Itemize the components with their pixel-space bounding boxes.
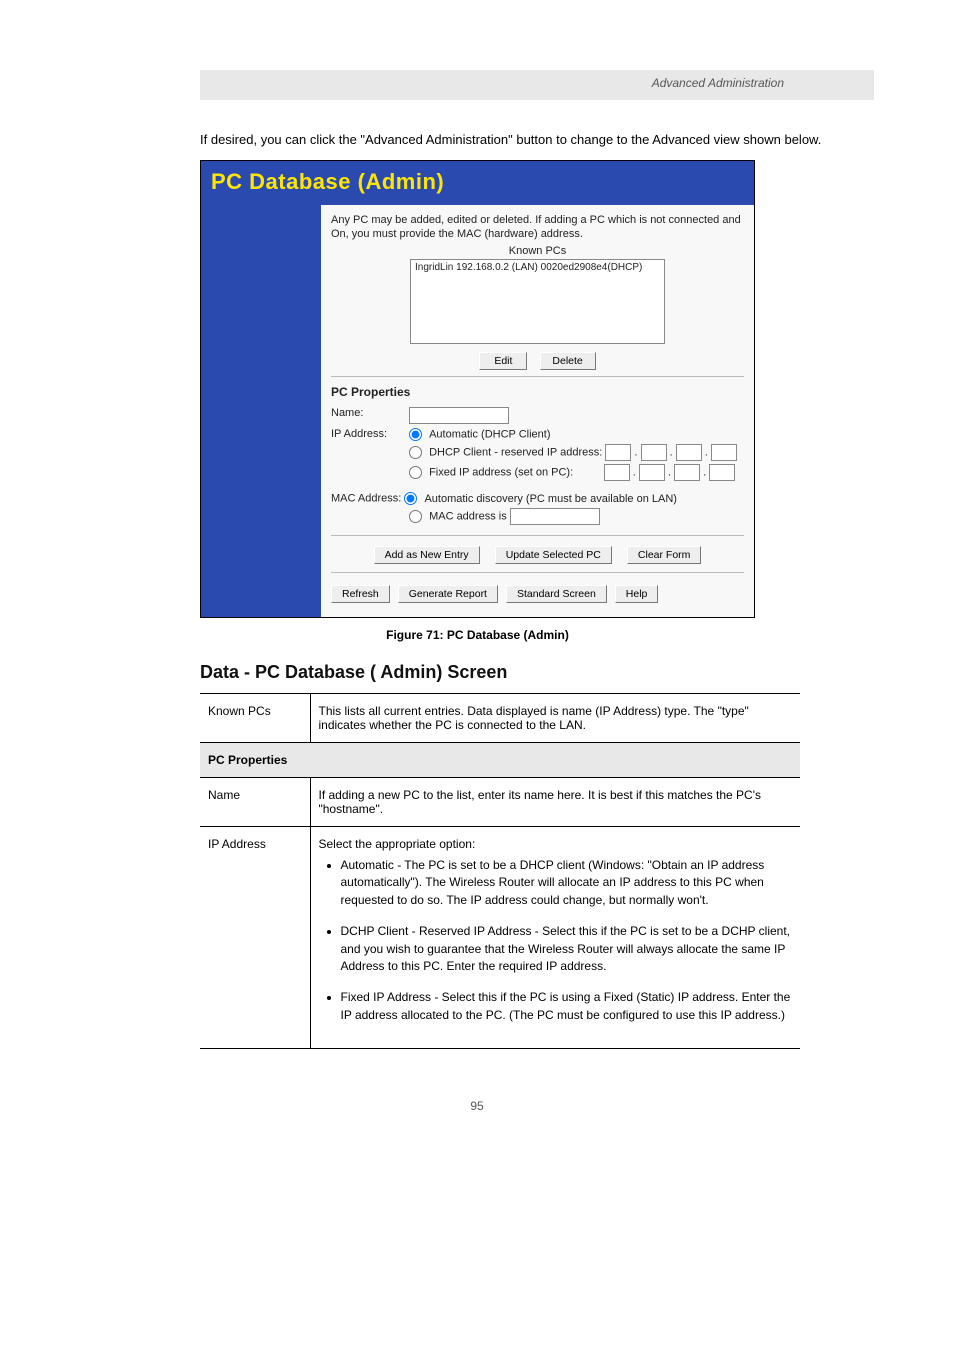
ip-reserved-radio[interactable]: [409, 446, 422, 459]
clear-form-button[interactable]: Clear Form: [627, 546, 702, 564]
row-known-pcs-text: This lists all current entries. Data dis…: [310, 694, 800, 743]
header-right-label: Advanced Administration: [652, 76, 784, 90]
mac-label: MAC Address:: [331, 493, 401, 505]
refresh-button[interactable]: Refresh: [331, 585, 390, 603]
data-table: Known PCs This lists all current entries…: [200, 693, 800, 1049]
ip-auto-label: Automatic (DHCP Client): [429, 429, 550, 441]
row-name-label: Name: [200, 778, 310, 827]
ip-reserved-label: DHCP Client - reserved IP address:: [429, 447, 602, 459]
ip-fixed-radio[interactable]: [409, 466, 422, 479]
mac-manual-label: MAC address is: [429, 511, 507, 523]
name-label: Name:: [331, 407, 409, 419]
ip-reserved-seg1[interactable]: [605, 444, 631, 461]
mac-input[interactable]: [510, 508, 600, 525]
figure-caption: Figure 71: PC Database (Admin): [200, 628, 755, 642]
panel-description: Any PC may be added, edited or deleted. …: [331, 213, 744, 242]
ip-fixed-seg4[interactable]: [709, 464, 735, 481]
page-number: 95: [80, 1099, 874, 1113]
update-selected-pc-button[interactable]: Update Selected PC: [495, 546, 612, 564]
ip-fixed-seg3[interactable]: [674, 464, 700, 481]
row-ip-label: IP Address: [200, 827, 310, 1049]
header-stripe: Advanced Administration: [200, 70, 874, 100]
ip-reserved-seg2[interactable]: [641, 444, 667, 461]
help-button[interactable]: Help: [615, 585, 659, 603]
pc-database-admin-panel: PC Database (Admin) Any PC may be added,…: [200, 160, 755, 619]
ip-reserved-seg3[interactable]: [676, 444, 702, 461]
mac-auto-radio[interactable]: [404, 492, 417, 505]
table-heading: Data - PC Database ( Admin) Screen: [200, 662, 874, 683]
panel-sidebar-empty: [201, 205, 321, 618]
mac-auto-label: Automatic discovery (PC must be availabl…: [424, 493, 677, 505]
intro-paragraph: If desired, you can click the "Advanced …: [200, 130, 874, 150]
known-pcs-item[interactable]: IngridLin 192.168.0.2 (LAN) 0020ed2908e4…: [415, 262, 642, 273]
known-pcs-listbox[interactable]: IngridLin 192.168.0.2 (LAN) 0020ed2908e4…: [410, 259, 665, 344]
ip-auto-radio[interactable]: [409, 428, 422, 441]
panel-title: PC Database (Admin): [201, 161, 754, 205]
ip-bullet-reserved: DCHP Client - Reserved IP Address - Sele…: [341, 923, 793, 975]
known-pcs-label: Known PCs: [331, 245, 744, 257]
row-known-pcs-label: Known PCs: [200, 694, 310, 743]
row-name-text: If adding a new PC to the list, enter it…: [310, 778, 800, 827]
pc-properties-heading: PC Properties: [331, 385, 744, 399]
name-input[interactable]: [409, 407, 509, 424]
delete-button[interactable]: Delete: [540, 352, 596, 370]
ip-fixed-label: Fixed IP address (set on PC):: [429, 467, 573, 479]
ip-label: IP Address:: [331, 428, 409, 440]
ip-bullet-automatic: Automatic - The PC is set to be a DHCP c…: [341, 857, 793, 909]
ip-reserved-seg4[interactable]: [711, 444, 737, 461]
ip-fixed-seg2[interactable]: [639, 464, 665, 481]
edit-button[interactable]: Edit: [479, 352, 527, 370]
generate-report-button[interactable]: Generate Report: [398, 585, 498, 603]
mac-manual-radio[interactable]: [409, 510, 422, 523]
section-header-pc-properties: PC Properties: [200, 743, 800, 778]
add-as-new-entry-button[interactable]: Add as New Entry: [374, 546, 480, 564]
row-ip-text: Select the appropriate option: Automatic…: [310, 827, 800, 1049]
ip-fixed-seg1[interactable]: [604, 464, 630, 481]
standard-screen-button[interactable]: Standard Screen: [506, 585, 607, 603]
ip-bullet-fixed: Fixed IP Address - Select this if the PC…: [341, 989, 793, 1024]
